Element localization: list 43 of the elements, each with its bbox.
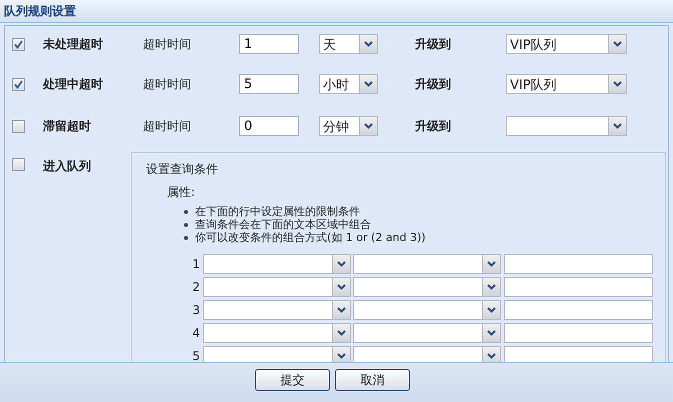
dropdown[interactable]: 小时 bbox=[319, 74, 378, 94]
rule-label: 进入队列 bbox=[43, 158, 92, 175]
time-input[interactable]: 0 bbox=[239, 116, 299, 136]
row-number: 2 bbox=[191, 280, 201, 294]
value-input[interactable] bbox=[504, 254, 653, 274]
field-label: 升级到 bbox=[415, 76, 452, 92]
row-number: 3 bbox=[191, 303, 201, 317]
bullet-icon bbox=[184, 222, 188, 226]
bullet-icon bbox=[184, 210, 188, 214]
hint-text: 你可以改变条件的组合方式(如 1 or (2 and 3)) bbox=[195, 230, 426, 245]
value-input[interactable] bbox=[504, 300, 653, 320]
row-number: 4 bbox=[191, 326, 201, 340]
hint-text: 在下面的行中设定属性的限制条件 bbox=[195, 204, 360, 218]
field-label: 超时时间 bbox=[143, 76, 192, 92]
dialog-button[interactable]: 取消 bbox=[335, 369, 410, 391]
checkbox[interactable] bbox=[12, 38, 25, 50]
checkbox[interactable] bbox=[12, 120, 25, 132]
dropdown[interactable]: 天 bbox=[319, 34, 378, 54]
attribute-label: 属性: bbox=[167, 184, 196, 201]
section-title: 设置查询条件 bbox=[146, 161, 219, 178]
row-number: 5 bbox=[191, 349, 201, 362]
row-number: 1 bbox=[191, 257, 201, 271]
value-input[interactable] bbox=[504, 277, 653, 297]
window-title: 队列规则设置 bbox=[4, 2, 76, 20]
rule-label: 未处理超时 bbox=[43, 36, 104, 52]
field-label: 升级到 bbox=[415, 36, 452, 52]
hint-text: 查询条件会在下面的文本区域中组合 bbox=[195, 217, 371, 232]
rule-label: 滞留超时 bbox=[43, 118, 92, 134]
checkbox[interactable] bbox=[12, 78, 25, 90]
rule-label: 处理中超时 bbox=[43, 76, 104, 92]
dropdown[interactable]: VIP队列 bbox=[506, 74, 627, 94]
value-input[interactable] bbox=[504, 323, 653, 343]
dropdown[interactable]: 分钟 bbox=[319, 116, 378, 136]
bullet-icon bbox=[184, 236, 188, 240]
time-input[interactable]: 1 bbox=[239, 34, 299, 54]
dropdown[interactable]: VIP队列 bbox=[506, 34, 627, 54]
field-label: 超时时间 bbox=[143, 36, 192, 52]
checkbox[interactable] bbox=[12, 158, 25, 171]
value-input[interactable] bbox=[504, 346, 653, 362]
time-input[interactable]: 5 bbox=[239, 74, 299, 94]
field-label: 超时时间 bbox=[143, 118, 192, 134]
dialog-button[interactable]: 提交 bbox=[255, 369, 330, 391]
field-label: 升级到 bbox=[415, 118, 452, 134]
